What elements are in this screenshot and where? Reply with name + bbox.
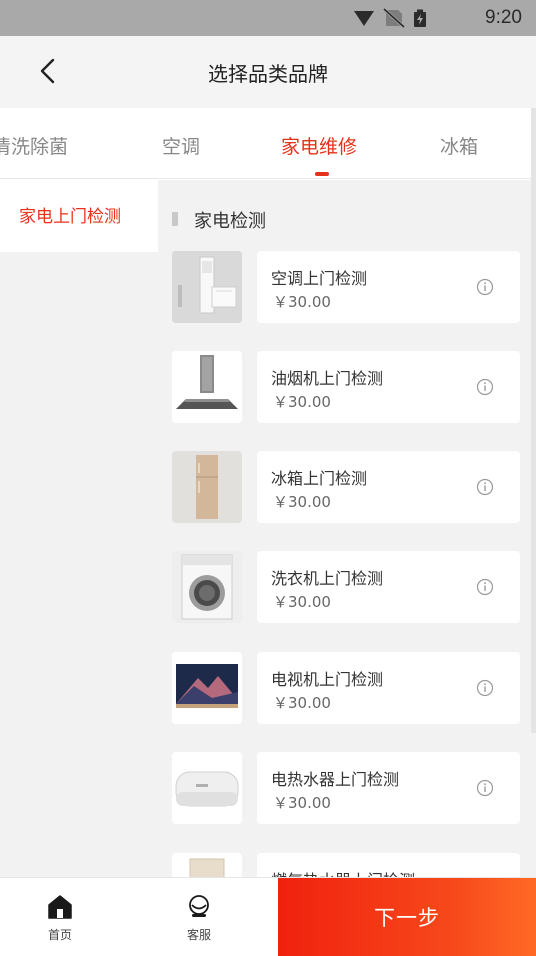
- service-name: 冰箱上门检测: [271, 469, 368, 488]
- section-title: 家电检测: [194, 211, 266, 232]
- section-marker: [172, 212, 178, 226]
- info-icon[interactable]: [476, 278, 494, 296]
- gas-water-heater-image: [172, 853, 242, 877]
- status-bar: 9:20: [0, 0, 536, 36]
- refrigerator-image: [172, 451, 242, 523]
- sidebar-item-label: 家电上门检测: [19, 207, 121, 227]
- customer-service-icon: [189, 895, 209, 917]
- tab-appliance-repair[interactable]: 家电维修: [281, 132, 357, 159]
- no-sim-icon: [382, 8, 406, 28]
- list-item[interactable]: 电视机上门检测 ￥30.00: [170, 652, 522, 726]
- sidebar-item-home-inspection[interactable]: 家电上门检测: [0, 180, 158, 252]
- service-price: ￥30.00: [273, 493, 331, 511]
- service-name: 燃气热水器上门检测: [271, 867, 415, 877]
- wifi-icon: [354, 11, 374, 26]
- list-item[interactable]: 冰箱上门检测 ￥30.00: [170, 451, 522, 525]
- nav-service-button[interactable]: 客服: [159, 878, 239, 956]
- tab-refrigerator[interactable]: 冰箱: [440, 132, 478, 159]
- battery-charging-icon: [414, 9, 426, 27]
- washing-machine-image: [172, 551, 242, 623]
- page-title: 选择品类品牌: [208, 62, 328, 86]
- service-price: ￥30.00: [273, 393, 331, 411]
- next-step-label: 下一步: [374, 907, 440, 930]
- service-name: 电热水器上门检测: [271, 770, 400, 789]
- status-icons: [354, 8, 426, 28]
- service-name: 油烟机上门检测: [271, 369, 384, 388]
- service-card[interactable]: 电视机上门检测 ￥30.00: [257, 652, 520, 724]
- service-card[interactable]: 油烟机上门检测 ￥30.00: [257, 351, 520, 423]
- service-card[interactable]: 燃气热水器上门检测: [257, 853, 520, 877]
- nav-bar: 选择品类品牌: [0, 36, 536, 108]
- next-step-button[interactable]: 下一步: [278, 878, 536, 956]
- info-icon[interactable]: [476, 378, 494, 396]
- sidebar: 家电上门检测: [0, 180, 158, 877]
- service-price: ￥30.00: [273, 293, 331, 311]
- television-image: [172, 652, 242, 724]
- service-name: 电视机上门检测: [271, 670, 384, 689]
- list-item[interactable]: 油烟机上门检测 ￥30.00: [170, 351, 522, 425]
- tab-air-conditioner[interactable]: 空调: [162, 132, 200, 159]
- info-icon[interactable]: [476, 779, 494, 797]
- info-icon[interactable]: [476, 478, 494, 496]
- service-name: 洗衣机上门检测: [271, 569, 384, 588]
- service-card[interactable]: 冰箱上门检测 ￥30.00: [257, 451, 520, 523]
- active-tab-indicator: [315, 172, 329, 176]
- service-card[interactable]: 电热水器上门检测 ￥30.00: [257, 752, 520, 824]
- scrollbar[interactable]: [531, 108, 536, 733]
- nav-home-label: 首页: [47, 928, 72, 942]
- nav-home-button[interactable]: 首页: [20, 878, 100, 956]
- info-icon[interactable]: [476, 578, 494, 596]
- category-tabs: 清洗除菌 空调 家电维修 冰箱: [0, 108, 536, 179]
- service-price: ￥30.00: [273, 694, 331, 712]
- tab-cleaning[interactable]: 清洗除菌: [0, 132, 68, 159]
- service-card[interactable]: 空调上门检测 ￥30.00: [257, 251, 520, 323]
- home-icon: [48, 895, 72, 919]
- list-item[interactable]: 电热水器上门检测 ￥30.00: [170, 752, 522, 826]
- list-item[interactable]: 空调上门检测 ￥30.00: [170, 251, 522, 325]
- service-price: ￥30.00: [273, 593, 331, 611]
- air-conditioner-image: [172, 251, 242, 323]
- service-list-panel: 家电检测 空调上门检测 ￥30.00 油烟机上门检测 ￥30.00 冰箱上门检测…: [158, 180, 536, 877]
- status-time: 9:20: [485, 7, 522, 28]
- list-item[interactable]: 洗衣机上门检测 ￥30.00: [170, 551, 522, 625]
- water-heater-image: [172, 752, 242, 824]
- section-header: 家电检测: [158, 180, 536, 250]
- info-icon[interactable]: [476, 679, 494, 697]
- bottom-bar: 首页 客服 下一步: [0, 877, 536, 956]
- range-hood-image: [172, 351, 242, 423]
- service-name: 空调上门检测: [271, 269, 368, 288]
- nav-service-label: 客服: [186, 928, 211, 942]
- service-card[interactable]: 洗衣机上门检测 ￥30.00: [257, 551, 520, 623]
- service-price: ￥30.00: [273, 794, 331, 812]
- list-item[interactable]: 燃气热水器上门检测: [170, 853, 522, 877]
